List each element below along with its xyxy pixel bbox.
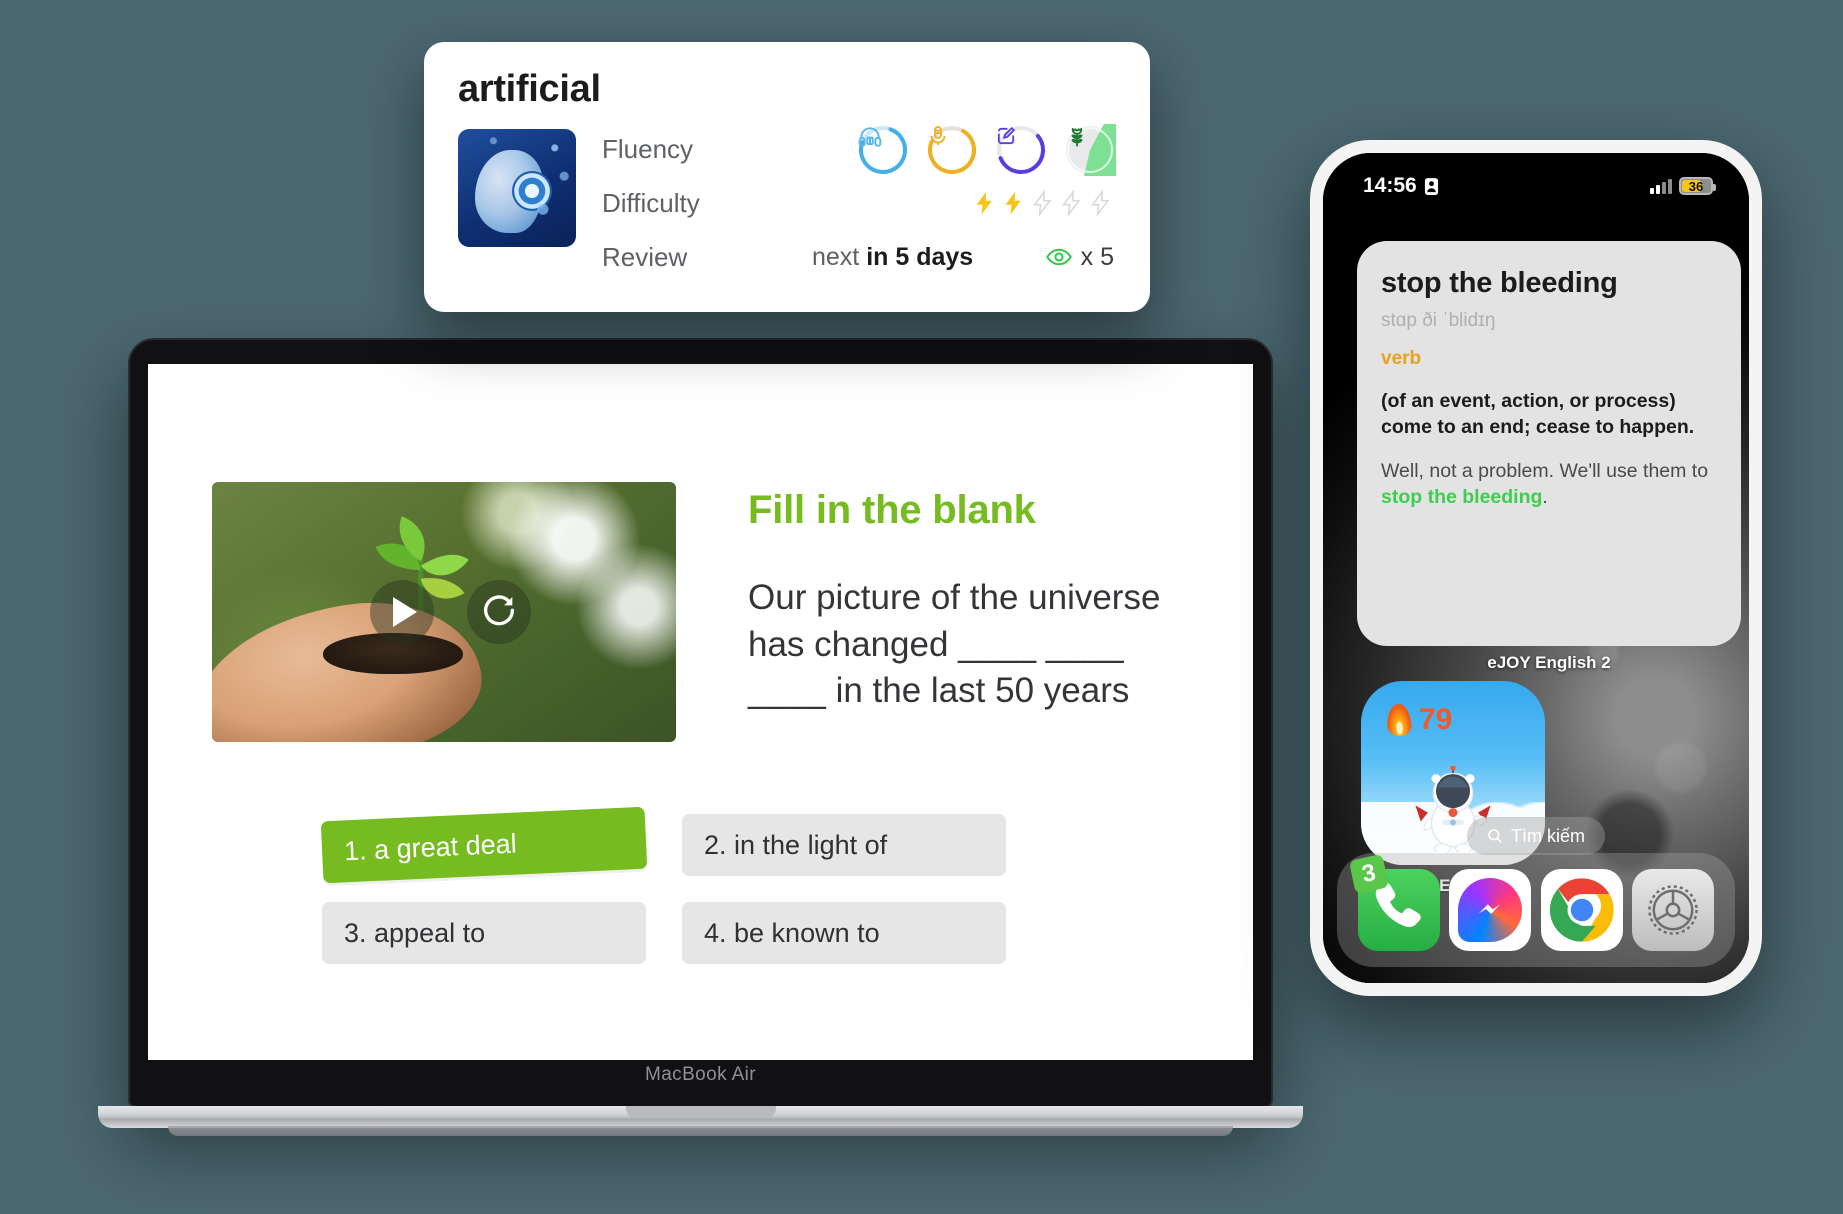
question-panel: Fill in the blank Our picture of the uni… xyxy=(748,482,1189,715)
review-next: next in 5 days xyxy=(812,243,1045,272)
bolt-filled-1 xyxy=(976,191,992,215)
skill-listening[interactable] xyxy=(857,124,909,176)
skill-progress-group xyxy=(857,124,1116,176)
answer-option-4[interactable]: 4. be known to xyxy=(682,902,1006,964)
video-player[interactable] xyxy=(212,482,676,742)
flame-icon xyxy=(1385,703,1413,737)
skill-writing[interactable] xyxy=(995,124,1047,176)
iphone-device: 14:56 36 stop the bleeding stɑp ði ˈblid… xyxy=(1310,140,1762,996)
widget-example: Well, not a problem. We'll use them to s… xyxy=(1381,458,1717,510)
replay-glyph xyxy=(484,595,515,626)
dock-item-settings[interactable] xyxy=(1632,869,1715,951)
replay-icon[interactable] xyxy=(467,580,532,644)
skill-speaking[interactable] xyxy=(926,124,978,176)
answer-option-3[interactable]: 3. appeal to xyxy=(322,902,646,964)
streak-count: 79 xyxy=(1419,703,1453,736)
bolt-empty-4 xyxy=(1062,189,1081,217)
iphone-screen: 14:56 36 stop the bleeding stɑp ði ˈblid… xyxy=(1323,153,1749,983)
cellular-signal-icon xyxy=(1650,178,1672,194)
streak-badge: 79 xyxy=(1385,703,1453,737)
difficulty-bolts xyxy=(971,188,1114,218)
answer-option-2[interactable]: 2. in the light of xyxy=(682,814,1006,876)
play-icon[interactable] xyxy=(369,580,434,644)
review-next-prefix: next xyxy=(812,242,860,271)
pencil-edit-icon xyxy=(995,124,1047,176)
widget-part-of-speech: verb xyxy=(1381,348,1422,369)
dock-item-chrome[interactable] xyxy=(1540,869,1623,951)
example-before: Well, not a problem. We'll use them to xyxy=(1381,460,1709,483)
macbook-lid: Fill in the blank Our picture of the uni… xyxy=(128,338,1273,1108)
bolt-empty-5 xyxy=(1091,189,1110,217)
messenger-bolt-glyph xyxy=(1478,904,1501,914)
macbook-device: Fill in the blank Our picture of the uni… xyxy=(98,338,1303,1158)
difficulty-row: Difficulty xyxy=(602,183,1114,223)
dock-item-messenger[interactable] xyxy=(1449,869,1532,951)
macbook-foot xyxy=(168,1126,1233,1136)
flashcard-word: artificial xyxy=(458,68,601,110)
example-highlight: stop the bleeding xyxy=(1381,486,1543,509)
widget-definition: (of an event, action, or process) come t… xyxy=(1381,390,1695,439)
ejoy-dictionary-widget[interactable]: stop the bleeding stɑp ði ˈblidɪŋ verb (… xyxy=(1357,241,1741,646)
battery-level: 36 xyxy=(1688,178,1704,194)
review-label: Review xyxy=(602,241,688,272)
status-time: 14:56 xyxy=(1363,174,1417,197)
review-views: x 5 xyxy=(1045,243,1114,272)
flashcard-thumbnail xyxy=(458,129,576,247)
microphone-icon xyxy=(926,124,978,176)
answer-option-1[interactable]: 1. a great deal xyxy=(320,806,648,884)
lesson-view: Fill in the blank Our picture of the uni… xyxy=(148,364,1253,1060)
review-count: x 5 xyxy=(1080,242,1114,271)
review-row: Review next in 5 days x 5 xyxy=(602,237,1114,277)
messenger-bolt-icon xyxy=(1458,878,1523,942)
review-next-value: in 5 days xyxy=(866,242,974,271)
search-pill[interactable]: Tìm kiếm xyxy=(1467,817,1605,855)
example-after: . xyxy=(1542,486,1548,509)
screenshot-stage: Fill in the blank Our picture of the uni… xyxy=(0,0,1843,1214)
macbook-screen: Fill in the blank Our picture of the uni… xyxy=(148,364,1253,1060)
widget-caption: eJOY English 2 xyxy=(1487,653,1611,672)
macbook-notch xyxy=(625,1106,776,1118)
battery-low-power-icon: 36 xyxy=(1679,177,1716,195)
bolt-filled-2 xyxy=(1005,191,1021,215)
headphones-icon xyxy=(857,124,909,176)
fluency-label: Fluency xyxy=(602,133,694,164)
answer-options: 1. a great deal 2. in the light of 3. ap… xyxy=(212,806,1189,964)
search-label: Tìm kiếm xyxy=(1511,825,1585,846)
gear-icon xyxy=(1648,885,1699,935)
chrome-icon xyxy=(1549,878,1614,942)
word-flashcard[interactable]: artificial Fluency Difficulty Review nex… xyxy=(424,42,1150,312)
plant-flower-icon xyxy=(1064,124,1116,176)
difficulty-label: Difficulty xyxy=(602,187,700,218)
question-text: Our picture of the universe has changed … xyxy=(748,578,1161,711)
dock: 3 xyxy=(1337,853,1735,967)
search-icon xyxy=(1488,829,1502,843)
skill-mastery[interactable] xyxy=(1064,124,1116,176)
eye-icon xyxy=(1045,248,1072,266)
widget-word: stop the bleeding xyxy=(1381,267,1618,299)
question-title: Fill in the blank xyxy=(748,488,1036,532)
widget-ipa: stɑp ði ˈblidɪŋ xyxy=(1381,310,1496,331)
lock-portrait-orientation-icon xyxy=(1424,177,1438,195)
phone-badge: 3 xyxy=(1348,853,1389,895)
bolt-empty-3 xyxy=(1033,189,1052,217)
dock-item-phone[interactable]: 3 xyxy=(1348,853,1440,951)
status-bar: 14:56 36 xyxy=(1323,153,1749,205)
macbook-model-label: MacBook Air xyxy=(644,1064,757,1085)
